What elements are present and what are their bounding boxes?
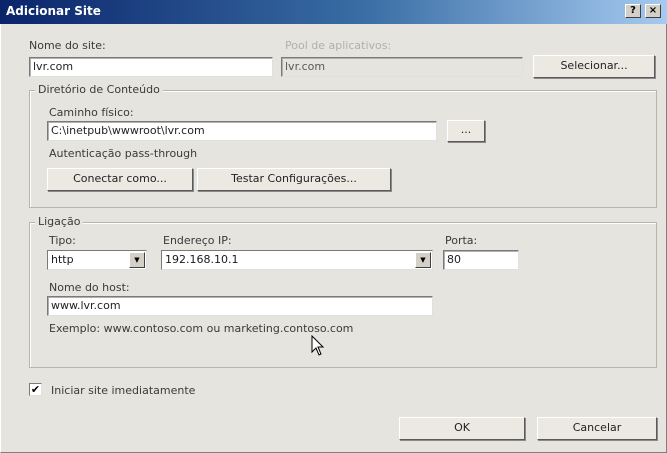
chevron-down-icon[interactable]: ▼ — [415, 252, 431, 268]
type-value: http — [51, 253, 74, 266]
type-label: Tipo: — [49, 234, 76, 247]
window-title: Adicionar Site — [6, 4, 101, 18]
select-pool-button[interactable]: Selecionar... — [533, 55, 655, 78]
host-name-input[interactable]: www.lvr.com — [47, 296, 433, 316]
binding-group — [29, 222, 657, 368]
site-name-label: Nome do site: — [29, 39, 106, 52]
close-button[interactable]: × — [645, 4, 661, 18]
test-settings-button[interactable]: Testar Configurações... — [197, 168, 391, 191]
port-label: Porta: — [445, 234, 478, 247]
title-bar: Adicionar Site ? × — [0, 0, 667, 24]
host-example-text: Exemplo: www.contoso.com ou marketing.co… — [49, 322, 354, 335]
type-select[interactable]: http ▼ — [47, 250, 147, 270]
ip-address-value: 192.168.10.1 — [165, 253, 239, 266]
ok-button[interactable]: OK — [399, 417, 525, 440]
chevron-down-icon[interactable]: ▼ — [129, 252, 145, 268]
ip-address-select[interactable]: 192.168.10.1 ▼ — [161, 250, 433, 270]
port-input[interactable]: 80 — [443, 250, 519, 270]
cancel-button[interactable]: Cancelar — [537, 417, 657, 440]
start-site-checkbox[interactable]: ✔ — [29, 383, 42, 396]
ip-address-label: Endereço IP: — [163, 234, 232, 247]
pass-through-auth-text: Autenticação pass-through — [49, 147, 198, 160]
browse-path-button[interactable]: ... — [447, 120, 485, 142]
app-pool-label: Pool de aplicativos: — [285, 39, 392, 52]
binding-title: Ligação — [35, 215, 84, 228]
site-name-input[interactable]: lvr.com — [29, 57, 273, 77]
content-directory-title: Diretório de Conteúdo — [35, 83, 163, 96]
mouse-pointer-icon — [311, 335, 325, 356]
add-site-dialog: Nome do site: lvr.com Pool de aplicativo… — [0, 24, 667, 453]
connect-as-button[interactable]: Conectar como... — [47, 168, 193, 191]
help-button[interactable]: ? — [625, 4, 641, 18]
physical-path-label: Caminho físico: — [49, 106, 134, 119]
host-name-label: Nome do host: — [49, 281, 130, 294]
start-site-label: Iniciar site imediatamente — [51, 384, 196, 397]
app-pool-field: lvr.com — [281, 57, 523, 77]
physical-path-input[interactable]: C:\inetpub\wwwroot\lvr.com — [47, 121, 437, 141]
